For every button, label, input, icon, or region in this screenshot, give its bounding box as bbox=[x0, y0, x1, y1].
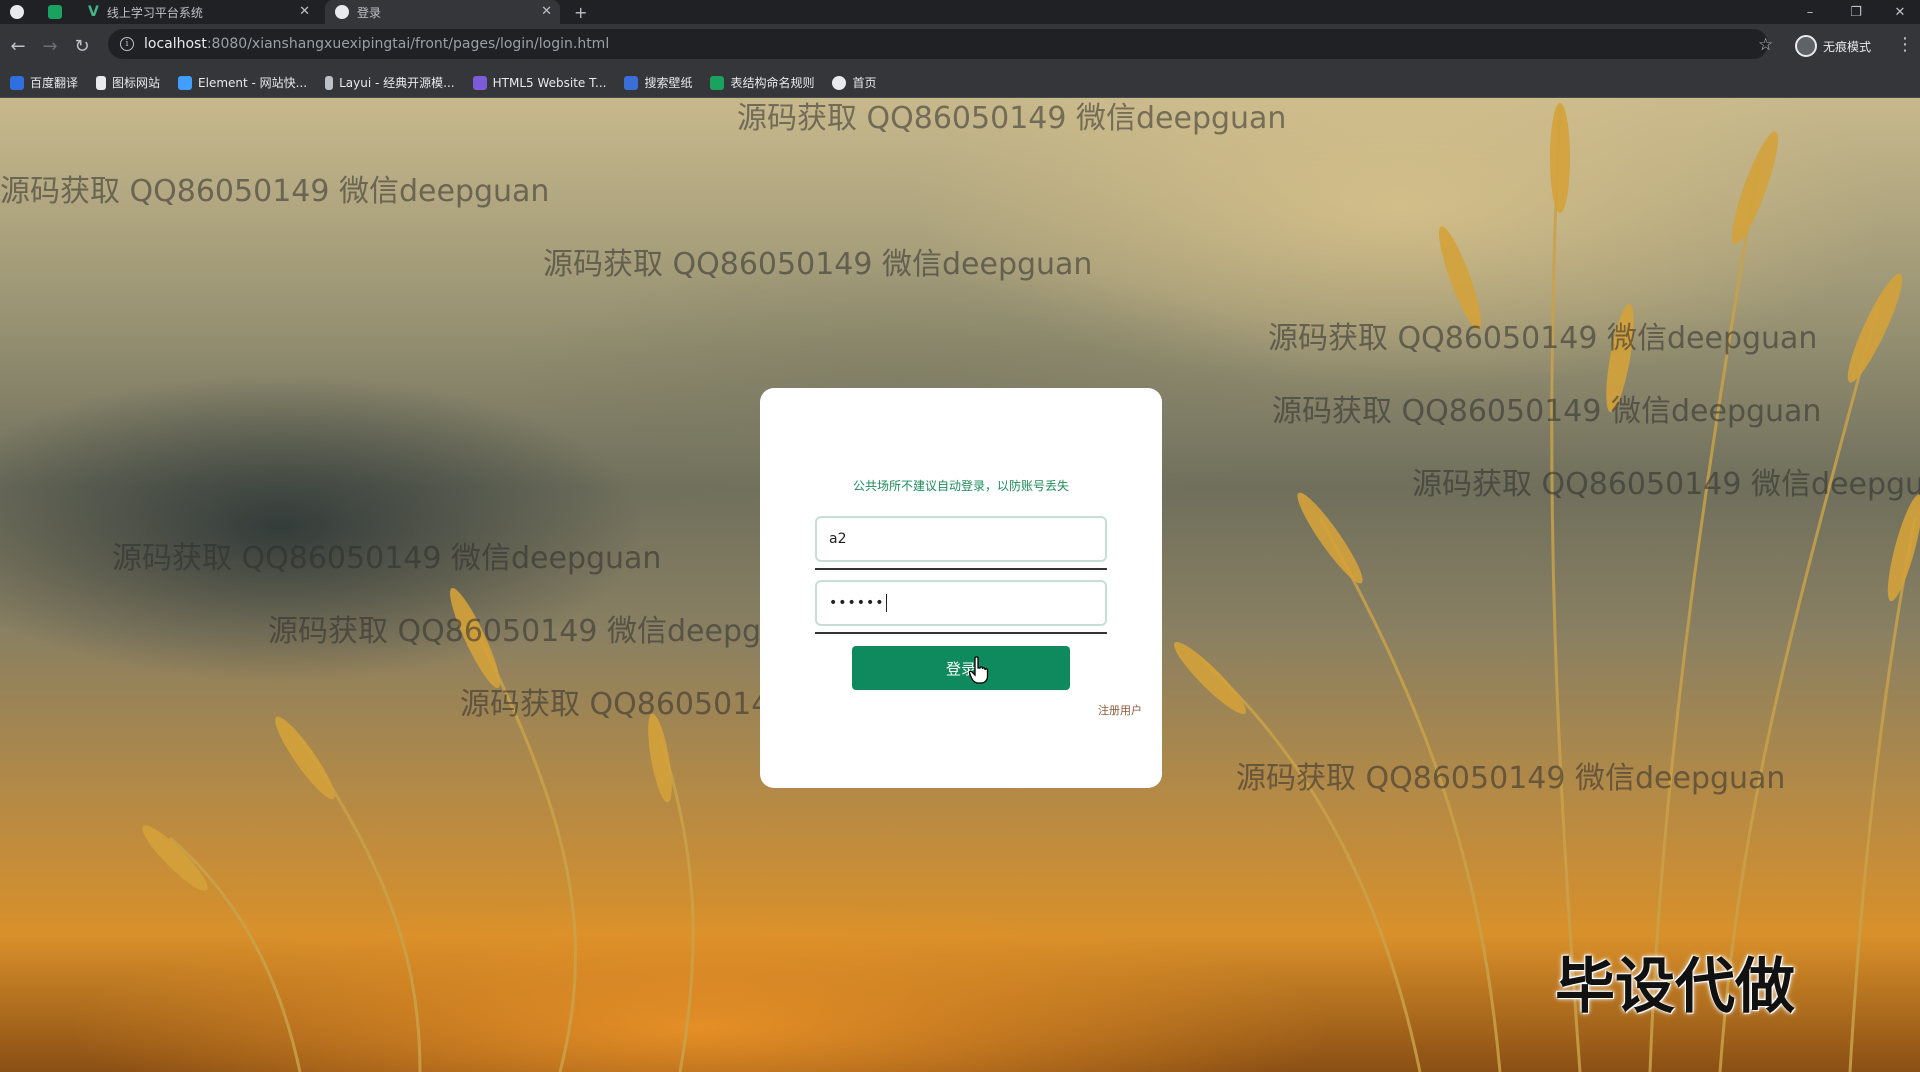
password-input[interactable]: •••••• bbox=[815, 580, 1107, 626]
bookmark-label: Layui - 经典开源模... bbox=[339, 76, 455, 90]
html5-icon bbox=[472, 75, 487, 90]
reload-button[interactable]: ↻ bbox=[70, 34, 94, 58]
tab-browser-icon[interactable] bbox=[10, 0, 36, 24]
vue-icon: V bbox=[88, 4, 99, 20]
bookmark-item[interactable]: 搜索壁纸 bbox=[624, 74, 692, 91]
tab-strip: V 线上学习平台系统 ✕ 登录 ✕ + – ❐ ✕ bbox=[0, 0, 1920, 24]
bookmark-star-icon[interactable]: ☆ bbox=[1758, 35, 1773, 55]
bookmark-item[interactable]: 图标网站 bbox=[96, 74, 160, 91]
sheet-icon bbox=[48, 5, 62, 19]
bookmark-item[interactable]: 百度翻译 bbox=[10, 74, 78, 91]
incognito-icon bbox=[1795, 35, 1817, 57]
url-path: :8080/xianshangxuexipingtai/front/pages/… bbox=[206, 36, 610, 52]
watermark-text: 源码获取 QQ86050149 微信deepguan bbox=[112, 541, 662, 576]
translate-icon bbox=[10, 75, 24, 90]
plus-icon: + bbox=[574, 2, 588, 22]
bookmark-label: 百度翻译 bbox=[30, 76, 79, 90]
layui-icon bbox=[325, 75, 334, 90]
back-button[interactable]: ← bbox=[6, 34, 30, 58]
forward-button[interactable]: → bbox=[38, 34, 62, 58]
bookmark-item[interactable]: Layui - 经典开源模... bbox=[325, 74, 455, 91]
sheet-icon bbox=[710, 75, 725, 90]
watermark-text: 源码获取 QQ86050149 微信deepguan bbox=[1236, 761, 1786, 796]
hand-cursor-icon bbox=[968, 656, 989, 684]
incognito-indicator[interactable]: 无痕模式 bbox=[1795, 33, 1871, 59]
new-tab-button[interactable]: + bbox=[574, 0, 598, 24]
tab-login[interactable]: 登录 ✕ bbox=[325, 0, 560, 24]
username-value: a2 bbox=[829, 531, 847, 547]
reload-icon: ↻ bbox=[74, 35, 90, 57]
watermark-text: 源码获取 QQ86050149 微信deepguan bbox=[737, 101, 1287, 136]
incognito-label: 无痕模式 bbox=[1823, 39, 1872, 54]
corner-overlay-text: 毕设代做 bbox=[1555, 952, 1795, 1022]
browser-icon bbox=[10, 5, 24, 19]
bookmarks-bar: 百度翻译 图标网站 Element - 网站快... Layui - 经典开源模… bbox=[0, 68, 1920, 98]
close-tab-icon[interactable]: ✕ bbox=[299, 4, 310, 19]
tab-title: 线上学习平台系统 bbox=[106, 5, 203, 20]
register-link[interactable]: 注册用户 bbox=[1098, 702, 1142, 718]
restore-button[interactable]: ❐ bbox=[1834, 0, 1878, 24]
watermark-text: 源码获取 QQ86050149 微信deepguan bbox=[1272, 394, 1822, 429]
watermark-text: 源码获取 QQ86050149 微信deepguan bbox=[268, 614, 818, 649]
bookmark-label: 表结构命名规则 bbox=[730, 76, 815, 90]
browser-menu-icon[interactable]: ⋮ bbox=[1896, 34, 1914, 55]
url-host: localhost bbox=[144, 36, 207, 52]
element-icon bbox=[178, 75, 193, 90]
flag-icon bbox=[96, 75, 107, 90]
login-page-background: 源码获取 QQ86050149 微信deepguan 源码获取 QQ860501… bbox=[0, 98, 1920, 1072]
close-window-button[interactable]: ✕ bbox=[1878, 0, 1920, 24]
browser-toolbar: ← → ↻ i localhost:8080/xianshangxuexipin… bbox=[0, 24, 1920, 68]
globe-icon bbox=[832, 75, 847, 90]
password-underline bbox=[815, 632, 1107, 634]
arrow-left-icon: ← bbox=[10, 35, 26, 57]
tab-pinned[interactable] bbox=[48, 0, 68, 24]
info-icon[interactable]: i bbox=[120, 37, 134, 51]
tab-title: 登录 bbox=[357, 5, 382, 20]
tab-learning-platform[interactable]: V 线上学习平台系统 ✕ bbox=[88, 0, 318, 24]
text-caret bbox=[885, 594, 887, 612]
wallpaper-icon bbox=[624, 75, 639, 90]
address-bar[interactable]: i localhost:8080/xianshangxuexipingtai/f… bbox=[108, 29, 1768, 59]
bookmark-item[interactable]: 表结构命名规则 bbox=[710, 74, 814, 91]
bookmark-label: Element - 网站快... bbox=[198, 76, 308, 90]
bookmark-label: 首页 bbox=[852, 76, 877, 90]
globe-icon bbox=[335, 5, 349, 19]
username-underline bbox=[815, 568, 1107, 570]
bookmark-label: 搜索壁纸 bbox=[644, 76, 693, 90]
bookmark-item[interactable]: Element - 网站快... bbox=[178, 74, 307, 91]
bookmark-label: HTML5 Website T... bbox=[492, 75, 607, 90]
login-notice: 公共场所不建议自动登录，以防账号丢失 bbox=[852, 479, 1069, 493]
username-input[interactable]: a2 bbox=[815, 516, 1107, 562]
login-button[interactable]: 登录 bbox=[852, 646, 1070, 690]
watermark-text: 源码获取 QQ86050149 微信deepguan bbox=[1268, 321, 1818, 356]
watermark-text: 源码获取 QQ86050149 微信deepgua bbox=[1412, 467, 1920, 502]
close-tab-icon[interactable]: ✕ bbox=[541, 4, 552, 19]
bookmark-item[interactable]: 首页 bbox=[832, 74, 877, 91]
bookmark-label: 图标网站 bbox=[112, 76, 161, 90]
password-value: •••••• bbox=[829, 595, 885, 611]
arrow-right-icon: → bbox=[42, 35, 58, 57]
minimize-button[interactable]: – bbox=[1788, 0, 1832, 24]
bookmark-item[interactable]: HTML5 Website T... bbox=[472, 75, 607, 90]
watermark-text: 源码获取 QQ86050149 微信deepguan bbox=[0, 174, 550, 209]
login-card: 公共场所不建议自动登录，以防账号丢失 a2 •••••• 登录 注册用户 bbox=[760, 388, 1162, 788]
watermark-text: 源码获取 QQ86050149 微信deepguan bbox=[543, 247, 1093, 282]
